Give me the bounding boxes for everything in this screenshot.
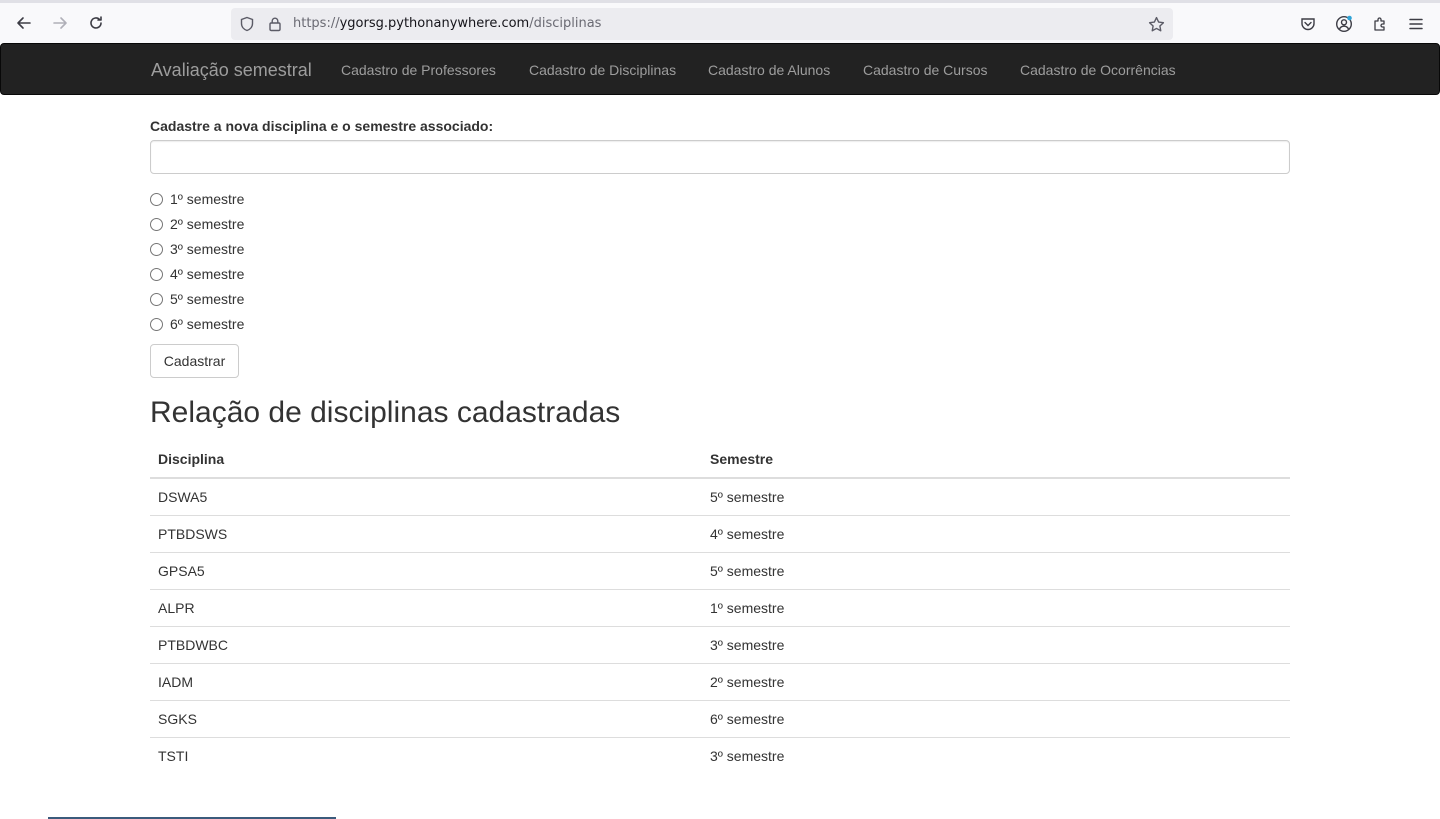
cell-semestre: 6º semestre	[702, 699, 1290, 737]
cell-semestre: 3º semestre	[702, 625, 1290, 663]
semester-radio-5[interactable]: 5º semestre	[150, 289, 244, 309]
cell-semestre: 1º semestre	[702, 588, 1290, 626]
cell-disciplina: GPSA5	[150, 551, 702, 589]
navbar-brand[interactable]: Avaliação semestral	[151, 60, 312, 81]
browser-toolbar: https://ygorsg.pythonanywhere.com/discip…	[0, 0, 1440, 43]
table-row: TSTI 3º semestre	[150, 736, 1290, 774]
navbar: Avaliação semestral Cadastro de Professo…	[0, 43, 1440, 95]
extensions-icon[interactable]	[1370, 14, 1390, 34]
cell-disciplina: PTBDWBC	[150, 625, 702, 663]
pocket-icon[interactable]	[1298, 14, 1318, 34]
url-path: /disciplinas	[529, 16, 602, 31]
table-row: PTBDWBC 3º semestre	[150, 625, 1290, 663]
radio-circle[interactable]	[150, 267, 163, 281]
lock-icon[interactable]	[266, 15, 284, 33]
nav-link-ocorrencias[interactable]: Cadastro de Ocorrências	[1020, 62, 1176, 78]
nav-link-disciplinas[interactable]: Cadastro de Disciplinas	[529, 62, 676, 78]
forward-arrow-icon[interactable]	[46, 9, 74, 37]
address-bar[interactable]: https://ygorsg.pythonanywhere.com/discip…	[231, 8, 1173, 40]
disciplina-form-label: Cadastre a nova disciplina e o semestre …	[150, 118, 494, 134]
back-arrow-icon[interactable]	[10, 9, 38, 37]
table-row: DSWA5 5º semestre	[150, 478, 1290, 515]
table-row: SGKS 6º semestre	[150, 699, 1290, 737]
cell-disciplina: DSWA5	[158, 488, 208, 505]
account-icon[interactable]	[1334, 14, 1354, 34]
cell-semestre: 2º semestre	[702, 662, 1290, 700]
star-bookmark-icon[interactable]	[1147, 15, 1165, 33]
shield-icon[interactable]	[238, 15, 256, 33]
table-row: ALPR 1º semestre	[150, 588, 1290, 626]
semester-radio-1[interactable]: 1º semestre	[150, 189, 244, 209]
nav-link-cursos[interactable]: Cadastro de Cursos	[863, 62, 988, 78]
cell-semestre: 3º semestre	[702, 736, 1290, 774]
url-text[interactable]: https://ygorsg.pythonanywhere.com/discip…	[293, 16, 601, 31]
cell-disciplina: TSTI	[150, 736, 702, 774]
reload-icon[interactable]	[82, 9, 110, 37]
table-row: GPSA5 5º semestre	[150, 551, 1290, 589]
semester-radio-label: 4º semestre	[170, 266, 245, 282]
semester-radio-label: 3º semestre	[170, 241, 245, 257]
semester-radio-label: 1º semestre	[170, 191, 245, 207]
column-header-disciplina: Disciplina	[150, 441, 702, 479]
menu-hamburger-icon[interactable]	[1406, 14, 1426, 34]
table-header-row: Disciplina Semestre	[150, 441, 1290, 479]
semester-radio-label: 5º semestre	[170, 291, 245, 307]
cell-semestre: 5º semestre	[710, 488, 785, 505]
radio-circle[interactable]	[150, 292, 163, 306]
semester-radio-6[interactable]: 6º semestre	[150, 314, 244, 334]
semester-radio-3[interactable]: 3º semestre	[150, 239, 244, 259]
nav-link-professores[interactable]: Cadastro de Professores	[341, 62, 496, 78]
cadastrar-button[interactable]: Cadastrar	[150, 344, 239, 378]
cell-disciplina: ALPR	[150, 588, 702, 626]
table-row: PTBDSWS 4º semestre	[150, 514, 1290, 552]
cell-disciplina: SGKS	[150, 699, 702, 737]
cell-disciplina: PTBDSWS	[150, 514, 702, 552]
cell-disciplina: IADM	[150, 662, 702, 700]
nav-link-alunos[interactable]: Cadastro de Alunos	[708, 62, 830, 78]
semester-radio-4[interactable]: 4º semestre	[150, 264, 244, 284]
disciplinas-table: Disciplina Semestre DSWA5 5º semestre PT…	[150, 441, 1290, 774]
semester-radio-label: 6º semestre	[170, 316, 245, 332]
disciplina-input[interactable]	[150, 140, 1290, 174]
semester-radio-label: 2º semestre	[170, 216, 245, 232]
radio-circle[interactable]	[150, 317, 163, 331]
cell-semestre: 5º semestre	[702, 551, 1290, 589]
radio-circle[interactable]	[150, 192, 163, 206]
table-row: IADM 2º semestre	[150, 662, 1290, 700]
url-host: ygorsg.pythonanywhere.com	[339, 16, 530, 31]
radio-circle[interactable]	[150, 242, 163, 256]
page-title: Relação de disciplinas cadastradas	[150, 396, 621, 429]
column-header-semestre: Semestre	[702, 441, 1290, 479]
radio-circle[interactable]	[150, 217, 163, 231]
url-prefix: https://	[293, 16, 340, 31]
cell-semestre: 4º semestre	[702, 514, 1290, 552]
semester-radio-2[interactable]: 2º semestre	[150, 214, 244, 234]
